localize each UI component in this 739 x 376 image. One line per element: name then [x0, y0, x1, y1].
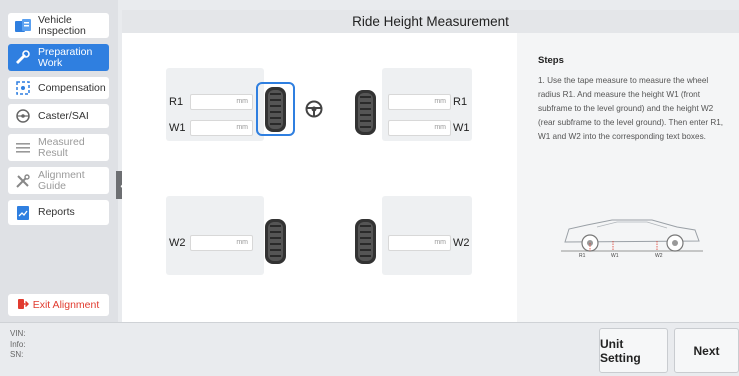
wrench-car-icon [14, 49, 32, 67]
report-icon [14, 204, 32, 222]
steps-title: Steps [538, 55, 564, 66]
r1-label: R1 [169, 96, 184, 108]
measurement-area: R1 mm W1 mm mm R1 mm W1 W2 mm mm W2 [122, 33, 517, 322]
r1-right-label: R1 [453, 96, 468, 108]
sn-label: SN: [10, 350, 24, 359]
front-left-wheel-icon[interactable] [263, 86, 288, 133]
sidebar-item-reports[interactable]: Reports [8, 200, 109, 225]
w1-right-label: W1 [453, 122, 470, 134]
sidebar-item-label: Caster/SAI [38, 109, 89, 122]
exit-icon [17, 298, 29, 312]
sidebar-item-label: Vehicle Inspection [38, 13, 86, 37]
page-title: Ride Height Measurement [122, 10, 739, 33]
tools-icon [14, 172, 32, 190]
sidebar-item-measured-result[interactable]: Measured Result [8, 134, 109, 161]
sidebar-item-label: Compensation [38, 81, 106, 94]
sidebar: Vehicle Inspection Preparation Work Comp… [0, 0, 118, 322]
steps-text: 1. Use the tape measure to measure the w… [538, 76, 724, 141]
exit-alignment-button[interactable]: Exit Alignment [8, 294, 109, 316]
w2-rear-left-input[interactable]: mm [190, 235, 253, 251]
w2-right-label: W2 [453, 237, 470, 249]
compensation-icon [14, 79, 32, 97]
car-side-diagram-icon: R1 W1 W2 [561, 219, 703, 257]
w1-front-left-input[interactable]: mm [190, 120, 253, 136]
sidebar-item-vehicle-inspection[interactable]: Vehicle Inspection [8, 13, 109, 38]
steering-wheel-icon [305, 100, 323, 118]
front-right-wheel-icon[interactable] [353, 89, 378, 136]
w2-label: W2 [169, 237, 186, 249]
footer-bar: VIN: Info: SN: Unit Setting Next [0, 322, 739, 376]
rear-left-wheel-icon[interactable] [263, 218, 288, 265]
diagram-r1-label: R1 [579, 253, 586, 257]
list-icon [14, 139, 32, 157]
diagram-w2-label: W2 [655, 253, 663, 257]
sidebar-item-caster-sai[interactable]: Caster/SAI [8, 104, 109, 128]
sidebar-item-label: Measured Result [38, 135, 85, 159]
steps-panel: Steps 1. Use the tape measure to measure… [517, 33, 739, 322]
r1-front-left-input[interactable]: mm [190, 94, 253, 110]
sidebar-item-preparation-work[interactable]: Preparation Work [8, 44, 109, 71]
vehicle-info: VIN: Info: SN: [10, 329, 26, 361]
diagram-w1-label: W1 [611, 253, 619, 257]
sidebar-item-compensation[interactable]: Compensation [8, 77, 109, 99]
vehicle-inspection-icon [14, 17, 32, 35]
sidebar-item-alignment-guide[interactable]: Alignment Guide [8, 167, 109, 194]
main-panel: Ride Height Measurement R1 mm W1 mm mm R… [122, 10, 739, 322]
sidebar-item-label: Alignment Guide [38, 168, 85, 192]
exit-label: Exit Alignment [32, 299, 100, 311]
info-label: Info: [10, 339, 26, 349]
sidebar-item-label: Preparation Work [38, 45, 93, 69]
r1-front-right-input[interactable]: mm [388, 94, 451, 110]
w1-front-right-input[interactable]: mm [388, 120, 451, 136]
vin-label: VIN: [10, 329, 26, 338]
steering-wheel-icon [14, 107, 32, 125]
rear-right-wheel-icon[interactable] [353, 218, 378, 265]
next-button[interactable]: Next [674, 328, 739, 373]
unit-setting-button[interactable]: Unit Setting [599, 328, 668, 373]
w1-label: W1 [169, 122, 186, 134]
sidebar-item-label: Reports [38, 206, 75, 218]
w2-rear-right-input[interactable]: mm [388, 235, 451, 251]
